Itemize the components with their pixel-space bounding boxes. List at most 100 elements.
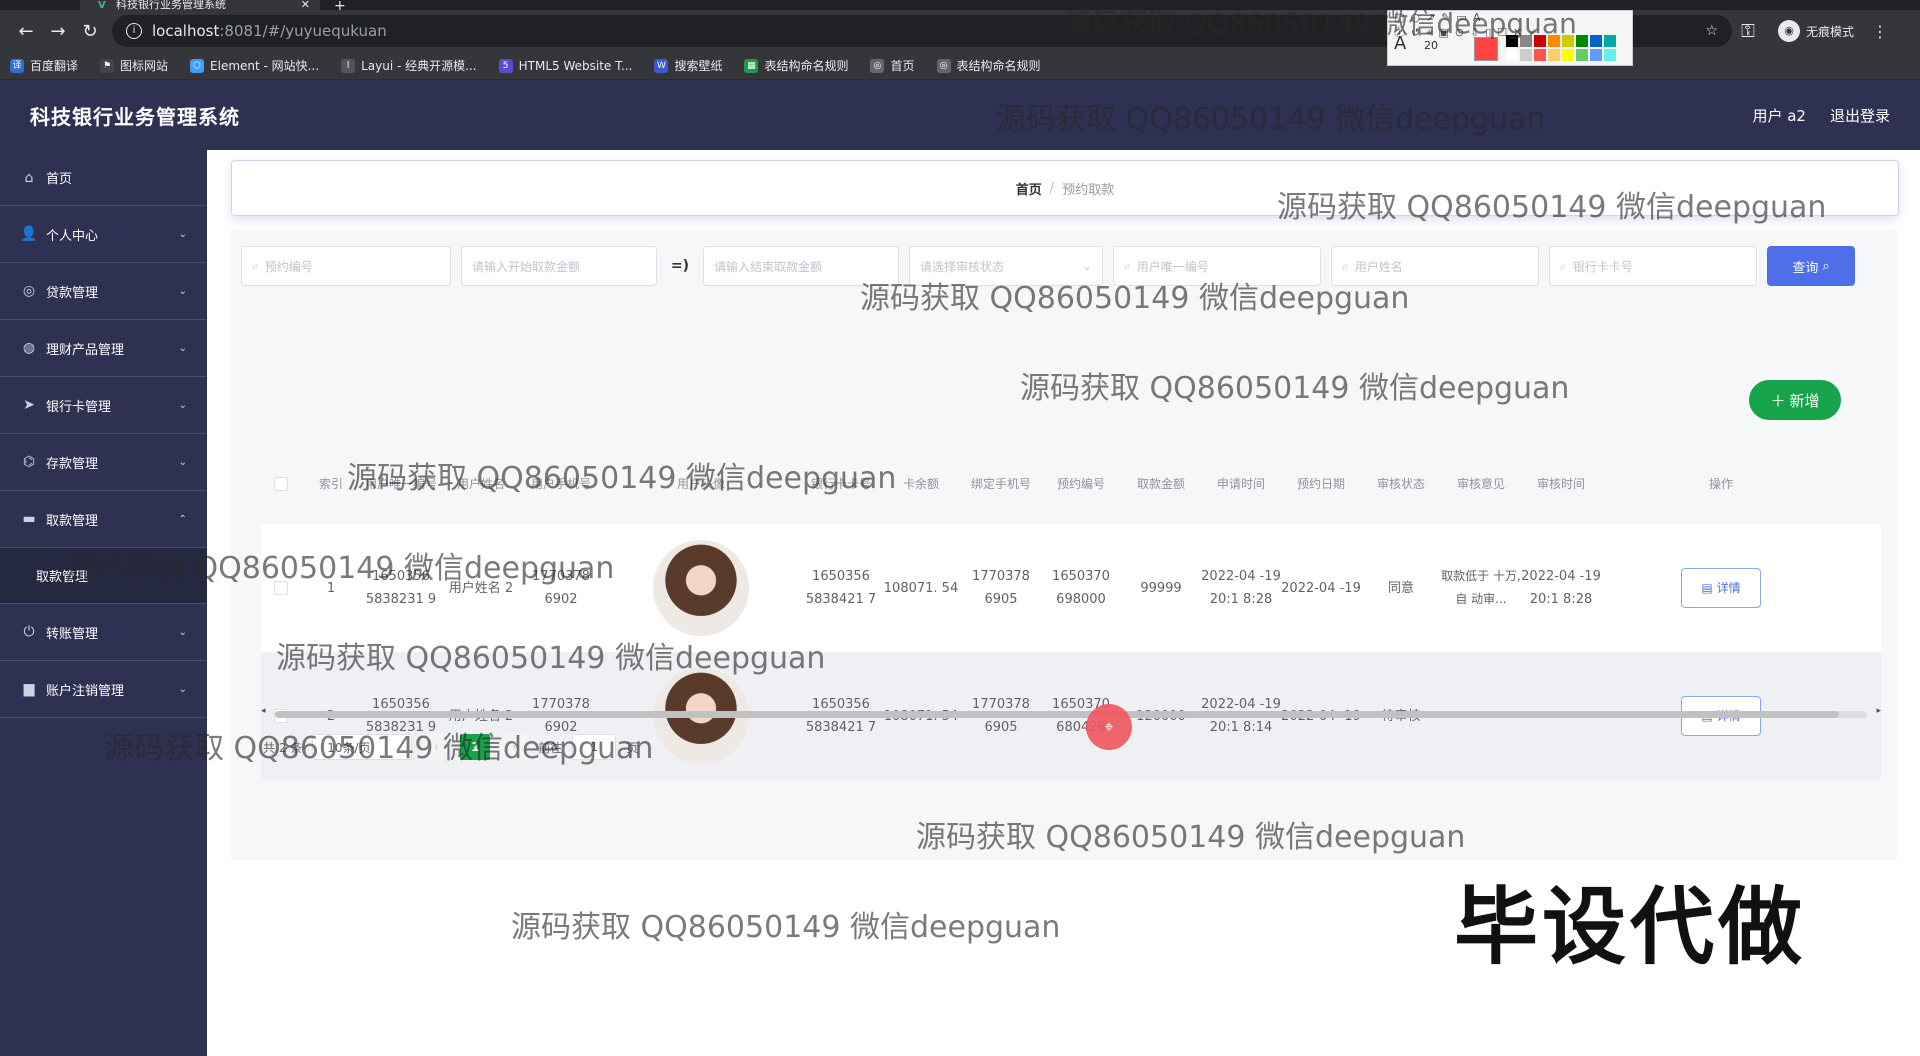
goto-page-input[interactable]: 1: [572, 734, 617, 760]
bookmark-item[interactable]: W 搜索壁纸: [654, 57, 722, 74]
col-header[interactable]: 用户姓名: [441, 473, 521, 496]
sidebar-item-account[interactable]: ▆ 账户注销管理 ⌄: [0, 661, 207, 718]
col-header[interactable]: 卡余额: [881, 473, 961, 496]
sidebar-item-deposit[interactable]: ⌬ 存款管理 ⌄: [0, 434, 207, 491]
chevron-down-icon: ⌄: [178, 285, 187, 297]
col-header[interactable]: 审核时间: [1521, 473, 1601, 496]
amount-start-input[interactable]: 请输入开始取款金额: [461, 246, 657, 286]
bookmark-item[interactable]: 译百度翻译: [10, 57, 78, 74]
status-badge: 同意: [1387, 580, 1414, 596]
chevron-down-icon: ⌄: [178, 342, 187, 354]
col-header[interactable]: 用户头像: [601, 473, 801, 496]
row-checkbox[interactable]: [274, 581, 288, 595]
user-name-input[interactable]: ⌕ 用户姓名: [1331, 246, 1539, 286]
send-icon: ➤: [23, 397, 35, 413]
current-user: 用户 a2: [1752, 106, 1806, 125]
next-page-button[interactable]: ›: [500, 734, 529, 760]
font-size-select[interactable]: 20: [1424, 39, 1438, 52]
incognito-indicator[interactable]: ◉ 无痕模式: [1778, 20, 1854, 42]
sidebar-item-loan[interactable]: ◎ 贷款管理 ⌄: [0, 263, 207, 320]
col-header[interactable]: 审核状态: [1361, 473, 1441, 496]
account-icon: ▆: [23, 681, 35, 697]
vue-favicon-icon: V: [98, 0, 106, 11]
key-icon[interactable]: ⚿: [1732, 21, 1764, 42]
select-all-checkbox[interactable]: [274, 477, 288, 491]
col-header[interactable]: 用户手机号: [521, 473, 601, 496]
logout-button[interactable]: 退出登录: [1830, 105, 1890, 126]
url-host: localhost: [152, 22, 220, 40]
scrollbar-thumb[interactable]: [275, 711, 1839, 718]
scroll-left-icon[interactable]: ◂: [261, 706, 266, 716]
card-no-input[interactable]: ⌕ 银行卡卡号: [1549, 246, 1757, 286]
chevron-down-icon: ⌄: [178, 626, 187, 638]
reload-icon[interactable]: ↻: [74, 21, 106, 42]
bookmark-item[interactable]: ▦ 表结构命名规则: [744, 57, 848, 74]
col-header[interactable]: 取款金额: [1121, 473, 1201, 496]
tab-close-icon[interactable]: ✕: [301, 0, 310, 10]
avatar[interactable]: [653, 540, 749, 636]
table-row[interactable]: 1 1650356 5838231 9 用户姓名 2 1770378 6902 …: [261, 524, 1881, 652]
forward-icon[interactable]: →: [42, 21, 74, 42]
bookmark-item[interactable]: ⬡ Element - 网站快...: [190, 57, 319, 74]
bookmark-item[interactable]: ◎ 表结构命名规则: [936, 57, 1041, 74]
col-header[interactable]: 申请时间: [1201, 473, 1281, 496]
horizontal-scrollbar[interactable]: ◂ ▸: [261, 706, 1881, 720]
url-path: :8081/#/yuyuequkuan: [219, 22, 387, 40]
query-button[interactable]: 查询 ⌕: [1767, 246, 1855, 286]
incognito-label: 无痕模式: [1806, 24, 1855, 39]
amount-end-input[interactable]: 请输入结束取款金额: [703, 246, 899, 286]
detail-button[interactable]: ▤详情: [1681, 568, 1761, 608]
bookmark-item[interactable]: 5 HTML5 Website T...: [498, 58, 632, 73]
list-panel: ⌕ 预约编号 请输入开始取款金额 =) 请输入结束取款金额 请选择审核状态 ⌄ ⌕ 用…: [231, 230, 1897, 860]
pagination: 共 2 条 10条/页 ‹ 1 › 前往 1 页: [263, 734, 638, 760]
page-number[interactable]: 1: [460, 734, 491, 760]
goto-label: 前往: [538, 740, 563, 755]
plus-icon: ＋: [1770, 391, 1786, 410]
chevron-down-icon: ⌄: [178, 683, 187, 695]
range-arrow: =): [670, 258, 690, 274]
info-icon[interactable]: i: [126, 23, 142, 39]
bookmark-star-icon[interactable]: ☆: [1705, 23, 1718, 39]
home-icon: ⌂: [24, 169, 34, 186]
col-header[interactable]: 操作: [1601, 473, 1841, 496]
text-tool-icon[interactable]: A: [1394, 33, 1406, 54]
search-form: ⌕ 预约编号 请输入开始取款金额 =) 请输入结束取款金额 请选择审核状态 ⌄ ⌕ 用…: [241, 246, 1855, 286]
app-header: 科技银行业务管理系统 用户 a2 退出登录: [0, 80, 1920, 150]
user-no-input[interactable]: ⌕ 用户唯一编号: [1113, 246, 1321, 286]
back-icon[interactable]: ←: [10, 21, 42, 42]
menu-icon[interactable]: ⋮: [1872, 22, 1888, 41]
sidebar-item-home[interactable]: ⌂ 首页: [0, 150, 207, 206]
withdraw-icon: ▬: [22, 511, 36, 527]
search-icon: ⌕: [252, 258, 259, 273]
incognito-icon: ◉: [1778, 20, 1800, 42]
sidebar-item-card[interactable]: ➤ 银行卡管理 ⌄: [0, 377, 207, 434]
bookmark-item[interactable]: ⚑ 图标网站: [100, 57, 168, 74]
sidebar-subitem-withdraw[interactable]: 取款管理: [0, 548, 207, 604]
add-button[interactable]: ＋新增: [1749, 380, 1841, 420]
scroll-right-icon[interactable]: ▸: [1876, 706, 1881, 716]
col-header[interactable]: 用户唯一编号: [361, 473, 441, 496]
col-header[interactable]: 预约日期: [1281, 473, 1361, 496]
sidebar-item-transfer[interactable]: ⏻ 转账管理 ⌄: [0, 604, 207, 661]
col-header[interactable]: 索引: [301, 473, 361, 496]
col-header[interactable]: 绑定手机号: [961, 473, 1041, 496]
col-header[interactable]: 银行卡卡号: [801, 473, 881, 496]
sidebar: ⌂ 首页 👤 个人中心 ⌄ ◎ 贷款管理 ⌄ ◍ 理财产品管理 ⌄ ➤ 银行卡管理 ⌄ ⌬ 存款管理…: [0, 150, 207, 1056]
col-header[interactable]: 预约编号: [1041, 473, 1121, 496]
status-select[interactable]: 请选择审核状态 ⌄: [909, 246, 1103, 286]
color-palette[interactable]: [1506, 35, 1616, 61]
deposit-icon: ⌬: [22, 454, 36, 470]
bookmark-item[interactable]: ◎ 首页: [870, 57, 915, 74]
col-header[interactable]: 审核意见: [1441, 473, 1521, 496]
loan-icon: ◎: [22, 283, 36, 299]
booking-no-input[interactable]: ⌕ 预约编号: [241, 246, 451, 286]
current-color-swatch[interactable]: [1474, 37, 1498, 61]
page-size-select[interactable]: 10条/页: [312, 734, 413, 760]
prev-page-button[interactable]: ‹: [422, 734, 451, 760]
sidebar-item-product[interactable]: ◍ 理财产品管理 ⌄: [0, 320, 207, 377]
browser-tab[interactable]: V 科技银行业务管理系统 ✕: [80, 0, 320, 10]
bookmark-item[interactable]: l Layui - 经典开源模...: [341, 57, 477, 74]
sidebar-item-profile[interactable]: 👤 个人中心 ⌄: [0, 206, 207, 263]
sidebar-item-withdraw[interactable]: ▬ 取款管理 ⌃: [0, 491, 207, 548]
breadcrumb-home[interactable]: 首页: [1016, 179, 1042, 198]
